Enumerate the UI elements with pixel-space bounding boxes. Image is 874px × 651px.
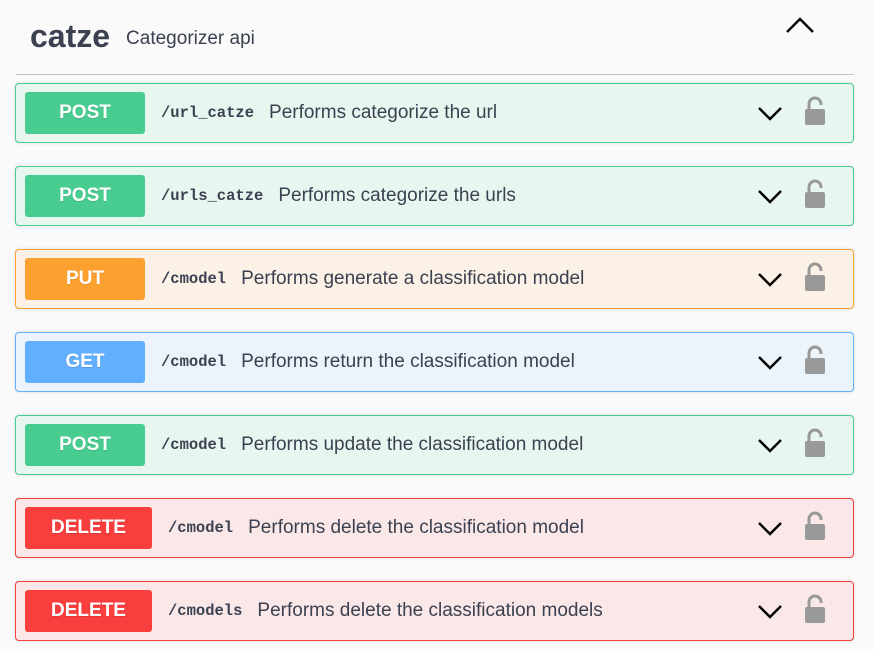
- operation-summary: Performs categorize the url: [269, 102, 498, 123]
- tag-name: catze: [30, 17, 111, 54]
- method-badge: PUT: [25, 258, 145, 300]
- operation-post-cmodel[interactable]: POST /cmodel Performs update the classif…: [15, 415, 854, 475]
- chevron-down-icon[interactable]: [757, 270, 783, 288]
- method-badge: DELETE: [25, 590, 152, 632]
- lock-icon[interactable]: [803, 428, 827, 458]
- operation-path: /cmodels: [168, 602, 243, 620]
- chevron-up-icon[interactable]: [784, 14, 816, 38]
- operation-path: /cmodel: [161, 270, 227, 288]
- operation-path: /cmodel: [168, 519, 234, 537]
- operation-path: /url_catze: [161, 104, 255, 122]
- operation-delete-cmodels[interactable]: DELETE /cmodels Performs delete the clas…: [15, 581, 854, 641]
- operation-summary: Performs delete the classification model…: [257, 600, 603, 621]
- operations-list: POST /url_catze Performs categorize the …: [15, 83, 854, 651]
- method-badge: POST: [25, 175, 145, 217]
- operation-summary: Performs update the classification model: [241, 434, 584, 455]
- chevron-down-icon[interactable]: [757, 602, 783, 620]
- tag-description: Categorizer api: [126, 28, 255, 49]
- operation-get-cmodel[interactable]: GET /cmodel Performs return the classifi…: [15, 332, 854, 392]
- operation-path: /cmodel: [161, 436, 227, 454]
- chevron-down-icon[interactable]: [757, 187, 783, 205]
- lock-icon[interactable]: [803, 594, 827, 624]
- lock-icon[interactable]: [803, 262, 827, 292]
- operation-path: /urls_catze: [161, 187, 264, 205]
- tag-section-header[interactable]: catze Categorizer api: [16, 0, 854, 75]
- method-badge: GET: [25, 341, 145, 383]
- lock-icon[interactable]: [803, 179, 827, 209]
- operation-post-url-catze[interactable]: POST /url_catze Performs categorize the …: [15, 83, 854, 143]
- method-badge: POST: [25, 424, 145, 466]
- chevron-down-icon[interactable]: [757, 353, 783, 371]
- operation-delete-cmodel[interactable]: DELETE /cmodel Performs delete the class…: [15, 498, 854, 558]
- operation-path: /cmodel: [161, 353, 227, 371]
- lock-icon[interactable]: [803, 96, 827, 126]
- lock-icon[interactable]: [803, 345, 827, 375]
- operation-post-urls-catze[interactable]: POST /urls_catze Performs categorize the…: [15, 166, 854, 226]
- chevron-down-icon[interactable]: [757, 519, 783, 537]
- operation-put-cmodel[interactable]: PUT /cmodel Performs generate a classifi…: [15, 249, 854, 309]
- chevron-down-icon[interactable]: [757, 104, 783, 122]
- operation-summary: Performs return the classification model: [241, 351, 575, 372]
- operation-summary: Performs categorize the urls: [278, 185, 516, 206]
- operation-summary: Performs generate a classification model: [241, 268, 585, 289]
- method-badge: DELETE: [25, 507, 152, 549]
- method-badge: POST: [25, 92, 145, 134]
- operation-summary: Performs delete the classification model: [248, 517, 584, 538]
- chevron-down-icon[interactable]: [757, 436, 783, 454]
- lock-icon[interactable]: [803, 511, 827, 541]
